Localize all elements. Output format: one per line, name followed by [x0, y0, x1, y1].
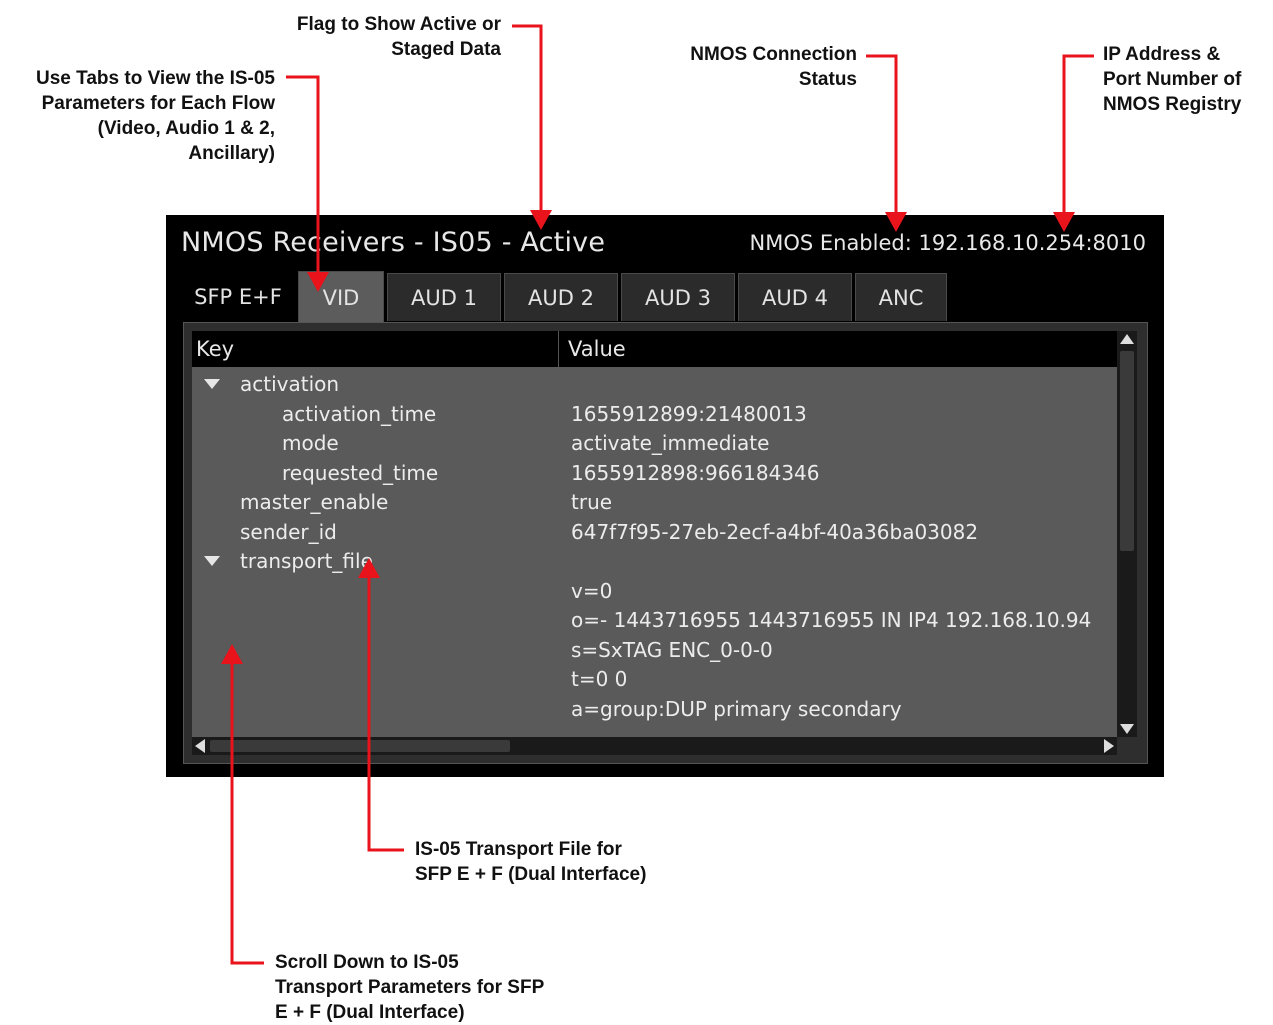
tab-aud-3[interactable]: AUD 3: [621, 273, 735, 321]
annotation-line: Flag to Show Active or: [296, 14, 501, 35]
scroll-left-arrow-icon[interactable]: [195, 739, 205, 753]
parameter-tree: Key Value activation activation_time 165…: [183, 322, 1148, 764]
arrow-status: [866, 54, 898, 214]
row-value: v=0: [571, 578, 613, 603]
tree-row[interactable]: master_enable true: [192, 488, 1123, 518]
tab-label: AUD 4: [762, 285, 828, 310]
tab-vid[interactable]: VID: [298, 271, 384, 323]
row-key: mode: [282, 431, 339, 455]
tab-sfp-ef[interactable]: SFP E+F: [182, 273, 294, 321]
tree-row[interactable]: activation_time 1655912899:21480013: [192, 400, 1123, 430]
vertical-scroll-thumb[interactable]: [1120, 351, 1134, 551]
tab-anc[interactable]: ANC: [855, 273, 947, 321]
row-key: transport_file: [240, 549, 373, 573]
scroll-annotation: Scroll Down to IS-05 Transport Parameter…: [275, 950, 544, 1025]
annotation-line: NMOS Connection: [690, 44, 857, 65]
annotation-line: Status: [798, 69, 857, 90]
row-value: a=group:DUP primary secondary: [571, 696, 902, 721]
tree-row[interactable]: a=group:DUP primary secondary: [192, 695, 1123, 725]
tree-row[interactable]: o=- 1443716955 1443716955 IN IP4 192.168…: [192, 606, 1123, 636]
tree-row[interactable]: requested_time 1655912898:966184346: [192, 459, 1123, 489]
annotation-line: SFP E + F (Dual Interface): [415, 864, 647, 885]
tab-label: AUD 1: [411, 285, 477, 310]
scroll-right-arrow-icon[interactable]: [1104, 739, 1114, 753]
tab-aud-2[interactable]: AUD 2: [504, 273, 618, 321]
row-key: activation_time: [282, 401, 437, 426]
row-value: 1655912898:966184346: [571, 460, 820, 485]
arrow-flag: [512, 24, 543, 212]
tree-row[interactable]: v=0: [192, 577, 1123, 607]
expand-caret-icon[interactable]: [204, 379, 220, 389]
tree-row[interactable]: s=SxTAG ENC_0-0-0: [192, 636, 1123, 666]
annotation-line: Scroll Down to IS-05: [275, 952, 459, 973]
flag-annotation: Flag to Show Active or Staged Data: [297, 12, 501, 62]
horizontal-scrollbar[interactable]: [192, 737, 1117, 755]
annotation-line: Use Tabs to View the IS-05: [36, 68, 275, 89]
row-value: activate_immediate: [571, 431, 770, 455]
expand-caret-icon[interactable]: [204, 556, 220, 566]
tab-label: AUD 3: [645, 285, 711, 310]
nmos-status: NMOS Enabled: 192.168.10.254:8010: [749, 231, 1147, 255]
tab-label: AUD 2: [528, 285, 594, 310]
row-value: o=- 1443716955 1443716955 IN IP4 192.168…: [571, 608, 1092, 632]
tabs-annotation: Use Tabs to View the IS-05 Parameters fo…: [36, 66, 275, 166]
registry-annotation: IP Address & Port Number of NMOS Registr…: [1103, 42, 1241, 117]
row-key: sender_id: [240, 519, 337, 544]
tab-label: SFP E+F: [194, 285, 282, 309]
row-key: requested_time: [282, 460, 439, 485]
annotation-line: Parameters for Each Flow: [41, 93, 275, 114]
row-key: master_enable: [240, 490, 389, 514]
horizontal-scroll-thumb[interactable]: [210, 740, 510, 752]
tree-row[interactable]: sender_id 647f7f95-27eb-2ecf-a4bf-40a36b…: [192, 518, 1123, 548]
status-annotation: NMOS Connection Status: [690, 42, 857, 92]
tree-view[interactable]: Key Value activation activation_time 165…: [192, 331, 1123, 737]
annotation-line: E + F (Dual Interface): [275, 1002, 465, 1023]
row-value: s=SxTAG ENC_0-0-0: [571, 637, 773, 662]
annotation-line: Port Number of: [1103, 69, 1242, 90]
row-value: 1655912899:21480013: [571, 401, 807, 426]
arrow-registry: [1062, 54, 1094, 214]
tab-label: ANC: [878, 285, 924, 310]
panel-title: NMOS Receivers - IS05 - Active: [181, 227, 606, 258]
row-value: t=0 0: [571, 667, 628, 691]
annotation-line: Ancillary): [188, 143, 275, 164]
column-header-key[interactable]: Key: [196, 337, 234, 361]
column-header-value[interactable]: Value: [568, 337, 626, 361]
annotation-line: NMOS Registry: [1103, 94, 1242, 115]
tree-row[interactable]: t=0 0: [192, 665, 1123, 695]
scroll-down-arrow-icon[interactable]: [1120, 724, 1134, 734]
tree-row-transport-file[interactable]: transport_file: [192, 547, 1123, 577]
scroll-up-arrow-icon[interactable]: [1120, 334, 1134, 344]
tab-label: VID: [322, 285, 360, 310]
tree-header: Key Value: [192, 331, 1123, 367]
row-value: 647f7f95-27eb-2ecf-a4bf-40a36ba03082: [571, 519, 979, 544]
annotation-line: (Video, Audio 1 & 2,: [97, 118, 275, 139]
nmos-receivers-panel: NMOS Receivers - IS05 - Active NMOS Enab…: [166, 215, 1164, 777]
row-value: true: [571, 490, 613, 514]
transport-annotation: IS-05 Transport File for SFP E + F (Dual…: [415, 837, 646, 887]
annotation-line: IS-05 Transport File for: [415, 839, 622, 860]
row-key: activation: [240, 372, 340, 396]
annotation-line: Staged Data: [391, 39, 501, 60]
column-divider[interactable]: [558, 331, 559, 367]
annotation-line: IP Address &: [1103, 44, 1221, 65]
annotation-line: Transport Parameters for SFP: [275, 977, 545, 998]
tab-aud-1[interactable]: AUD 1: [387, 273, 501, 321]
tree-rows: activation activation_time 1655912899:21…: [192, 370, 1123, 724]
tab-aud-4[interactable]: AUD 4: [738, 273, 852, 321]
tree-row-activation[interactable]: activation: [192, 370, 1123, 400]
vertical-scrollbar[interactable]: [1117, 331, 1137, 737]
tree-row[interactable]: mode activate_immediate: [192, 429, 1123, 459]
